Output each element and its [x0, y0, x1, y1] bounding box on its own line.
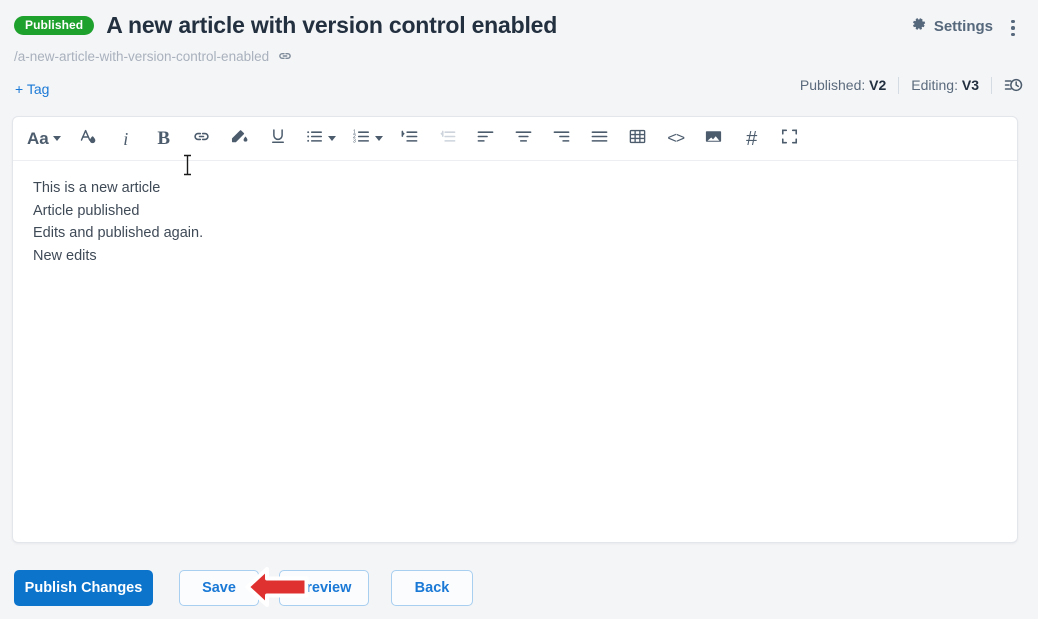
toolbar-underline[interactable] — [264, 124, 292, 154]
article-slug: /a-new-article-with-version-control-enab… — [14, 48, 270, 64]
bullet-list-icon — [305, 127, 324, 151]
content-line: New edits — [33, 247, 97, 264]
content-line: Article published — [33, 202, 140, 219]
link-icon[interactable] — [277, 48, 293, 64]
save-button[interactable]: Save — [179, 570, 259, 606]
fullscreen-icon — [780, 127, 799, 151]
underline-icon — [269, 127, 287, 150]
toolbar-table[interactable] — [624, 124, 652, 154]
status-badge: Published — [14, 16, 95, 35]
anchor-hash-icon: # — [746, 127, 758, 150]
italic-icon: i — [123, 128, 129, 149]
toolbar-indent[interactable] — [396, 124, 424, 154]
align-right-icon — [552, 127, 571, 151]
toolbar-highlight[interactable] — [226, 124, 254, 154]
chevron-down-icon — [374, 136, 383, 141]
toolbar-link[interactable] — [188, 124, 216, 154]
published-version: Published: V2 — [788, 77, 898, 93]
toolbar-align-left[interactable] — [472, 124, 500, 154]
title-row: Published A new article with version con… — [14, 12, 557, 39]
editor-toolbar: Aa i B 1 2 3 <> # — [13, 117, 1017, 161]
code-icon: <> — [667, 129, 685, 147]
svg-text:3: 3 — [353, 138, 356, 144]
action-bar: Publish Changes Save Preview Back — [0, 560, 1038, 619]
toolbar-outdent[interactable] — [434, 124, 462, 154]
link-icon — [192, 127, 211, 151]
content-line: Edits and published again. — [33, 225, 204, 241]
gear-icon — [912, 17, 927, 36]
history-icon[interactable] — [992, 75, 1024, 95]
align-justify-icon — [590, 127, 609, 151]
toolbar-italic[interactable]: i — [112, 124, 140, 154]
table-icon — [628, 127, 647, 151]
chevron-down-icon — [327, 136, 336, 141]
editor-card: Aa i B 1 2 3 <> # This is a new article … — [12, 116, 1018, 543]
published-version-label: Published: — [799, 77, 866, 93]
preview-button[interactable]: Preview — [279, 570, 369, 606]
highlight-icon — [230, 126, 250, 151]
font-size-icon: Aa — [27, 129, 49, 148]
outdent-icon — [438, 127, 457, 151]
toolbar-align-right[interactable] — [548, 124, 576, 154]
settings-button[interactable]: Settings — [912, 17, 993, 36]
toolbar-numbered-list[interactable]: 1 2 3 — [349, 124, 386, 154]
toolbar-image[interactable] — [700, 124, 728, 154]
settings-label: Settings — [933, 18, 993, 35]
page-title: A new article with version control enabl… — [106, 12, 558, 38]
editing-version: Editing: V3 — [899, 77, 991, 93]
editing-version-value: V3 — [961, 77, 979, 93]
toolbar-anchor[interactable]: # — [738, 124, 766, 154]
toolbar-align-center[interactable] — [510, 124, 538, 154]
back-button[interactable]: Back — [391, 570, 473, 606]
editing-version-label: Editing: — [911, 77, 958, 93]
toolbar-code[interactable]: <> — [662, 124, 690, 154]
align-left-icon — [476, 127, 495, 151]
publish-changes-button[interactable]: Publish Changes — [14, 570, 153, 606]
font-color-icon — [78, 127, 97, 151]
numbered-list-icon: 1 2 3 — [352, 127, 371, 151]
image-icon — [704, 127, 723, 151]
toolbar-font-color[interactable] — [74, 124, 102, 154]
toolbar-align-justify[interactable] — [586, 124, 614, 154]
bold-icon: B — [157, 128, 171, 149]
toolbar-bullet-list[interactable] — [302, 124, 339, 154]
slug-row: /a-new-article-with-version-control-enab… — [14, 48, 293, 64]
toolbar-fullscreen[interactable] — [776, 124, 804, 154]
editor-content[interactable]: This is a new article Article published … — [13, 161, 1017, 283]
more-vertical-icon[interactable] — [1003, 16, 1023, 40]
page-header: Published A new article with version con… — [0, 0, 1038, 110]
toolbar-bold[interactable]: B — [150, 124, 178, 154]
align-center-icon — [514, 127, 533, 151]
content-line: This is a new article — [33, 180, 161, 196]
indent-icon — [400, 127, 419, 151]
chevron-down-icon — [52, 136, 61, 141]
published-version-value: V2 — [869, 77, 887, 93]
add-tag-button[interactable]: + Tag — [15, 81, 49, 97]
toolbar-font-size[interactable]: Aa — [24, 124, 64, 154]
version-info: Published: V2 Editing: V3 — [788, 75, 1024, 95]
